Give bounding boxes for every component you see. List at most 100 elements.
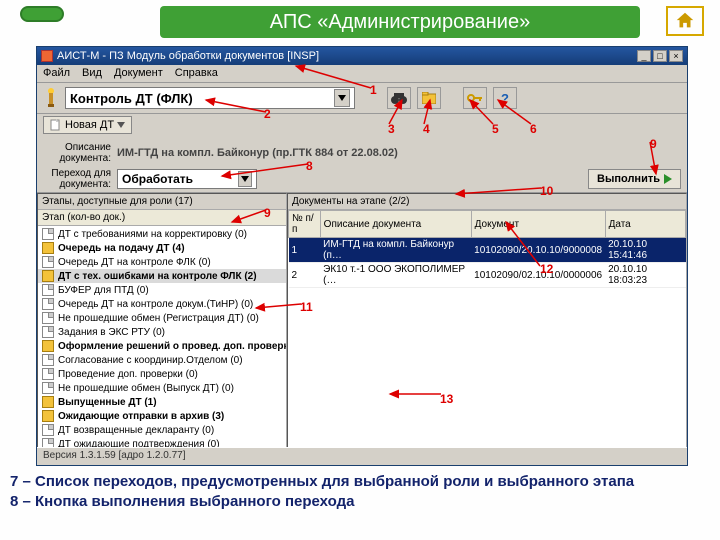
home-icon[interactable] — [666, 6, 704, 36]
menu-help[interactable]: Справка — [175, 67, 218, 80]
tree-item[interactable]: Очередь на подачу ДТ (4) — [38, 241, 286, 255]
table-row[interactable]: 1ИМ-ГТД на компл. Байконур (п…10102090/2… — [289, 238, 686, 263]
execute-label: Выполнить — [597, 173, 660, 185]
tree-item[interactable]: Не прошедшие обмен (Регистрация ДТ) (0) — [38, 311, 286, 325]
statusbar: Версия 1.3.1.59 [адро 1.2.0.77] — [37, 447, 687, 465]
page-icon — [42, 298, 54, 310]
tree-item[interactable]: Выпущенные ДТ (1) — [38, 395, 286, 409]
stages-colhead: Этап (кол-во док.) — [38, 210, 286, 226]
tree-item-label: БУФЕР для ПТД (0) — [58, 285, 149, 296]
page-icon — [42, 228, 54, 240]
page-icon — [42, 354, 54, 366]
stages-header: Этапы, доступные для роли (17) — [38, 194, 286, 210]
tree-item[interactable]: Проведение доп. проверки (0) — [38, 367, 286, 381]
tree-item[interactable]: ДТ с требованиями на корректировку (0) — [38, 227, 286, 241]
table-cell: 2 — [289, 263, 321, 288]
table-header[interactable]: Дата — [605, 211, 685, 238]
table-header[interactable]: Описание документа — [320, 211, 471, 238]
tree-item[interactable]: Согласование с координир.Отделом (0) — [38, 353, 286, 367]
page-icon — [42, 312, 54, 324]
tree-item[interactable]: Ожидающие отправки в архив (3) — [38, 409, 286, 423]
caption: 7 – Список переходов, предусмотренных дл… — [10, 472, 710, 513]
page-icon — [42, 424, 54, 436]
menu-view[interactable]: Вид — [82, 67, 102, 80]
arrow-right-icon — [664, 174, 672, 184]
tree-item[interactable]: Очередь ДТ на контроле докум.(ТиНР) (0) — [38, 297, 286, 311]
new-dt-button[interactable]: Новая ДТ — [43, 116, 132, 134]
desc-value: ИМ-ГТД на компл. Байконур (пр.ГТК 884 от… — [117, 147, 398, 159]
caption-line-1: 7 – Список переходов, предусмотренных дл… — [10, 472, 710, 492]
transition-combo[interactable]: Обработать — [117, 169, 257, 189]
version-text: Версия 1.3.1.59 [адро 1.2.0.77] — [43, 450, 186, 461]
folder-icon — [42, 396, 54, 408]
tree-item[interactable]: ДТ возвращенные декларанту (0) — [38, 423, 286, 437]
tree-item-label: Очередь ДТ на контроле докум.(ТиНР) (0) — [58, 299, 253, 310]
folder-icon — [42, 242, 54, 254]
minimize-button[interactable]: _ — [637, 50, 651, 62]
desc-label: Описание документа: — [43, 142, 111, 164]
tree-item-label: Ожидающие отправки в архив (3) — [58, 411, 224, 422]
role-combo-value: Контроль ДТ (ФЛК) — [70, 91, 193, 106]
tree-item-label: Очередь ДТ на контроле ФЛК (0) — [58, 257, 211, 268]
tree-item-label: Не прошедшие обмен (Регистрация ДТ) (0) — [58, 313, 259, 324]
role-combo[interactable]: Контроль ДТ (ФЛК) — [65, 87, 355, 109]
folder-icon — [42, 270, 54, 282]
app-icon — [41, 50, 53, 62]
table-cell: ИМ-ГТД на компл. Байконур (п… — [320, 238, 471, 263]
tree-item[interactable]: БУФЕР для ПТД (0) — [38, 283, 286, 297]
documents-header: Документы на этапе (2/2) — [288, 194, 686, 210]
close-button[interactable]: × — [669, 50, 683, 62]
page-icon — [42, 326, 54, 338]
description-row: Описание документа: ИМ-ГТД на компл. Бай… — [37, 140, 687, 166]
tree-item[interactable]: Не прошедшие обмен (Выпуск ДТ) (0) — [38, 381, 286, 395]
caption-line-2: 8 – Кнопка выполнения выбранного переход… — [10, 492, 710, 512]
tree-item[interactable]: ДТ с тех. ошибками на контроле ФЛК (2) — [38, 269, 286, 283]
page-icon — [42, 256, 54, 268]
tree-item[interactable]: Задания в ЭКС РТУ (0) — [38, 325, 286, 339]
tree-item-label: ДТ с требованиями на корректировку (0) — [58, 229, 247, 240]
tree-item-label: Задания в ЭКС РТУ (0) — [58, 327, 165, 338]
slide-title: АПС «Администрирование» — [160, 6, 640, 38]
page-icon — [42, 382, 54, 394]
table-cell: ЭК10 т.-1 ООО ЭКОПОЛИМЕР (… — [320, 263, 471, 288]
stages-tree[interactable]: ДТ с требованиями на корректировку (0) Оч… — [38, 226, 286, 451]
key-button[interactable] — [463, 87, 487, 109]
binoculars-button[interactable] — [387, 87, 411, 109]
tree-item-label: ДТ с тех. ошибками на контроле ФЛК (2) — [58, 271, 257, 282]
table-cell: 20.10.10 18:03:23 — [605, 263, 685, 288]
stages-pane: Этапы, доступные для роли (17) Этап (кол… — [37, 193, 287, 452]
transition-value: Обработать — [122, 172, 193, 186]
tree-item-label: Очередь на подачу ДТ (4) — [58, 243, 185, 254]
table-row[interactable]: 2ЭК10 т.-1 ООО ЭКОПОЛИМЕР (…10102090/02.… — [289, 263, 686, 288]
dropdown-icon[interactable] — [238, 171, 252, 187]
tree-item-label: Не прошедшие обмен (Выпуск ДТ) (0) — [58, 383, 234, 394]
menu-file[interactable]: Файл — [43, 67, 70, 80]
table-cell: 1 — [289, 238, 321, 263]
table-header[interactable]: Документ — [471, 211, 605, 238]
toolbar: Контроль ДТ (ФЛК) ? — [37, 83, 687, 114]
table-header[interactable]: № п/п — [289, 211, 321, 238]
tree-item[interactable]: Очередь ДТ на контроле ФЛК (0) — [38, 255, 286, 269]
table-cell: 10102090/02.10.10/0000006 — [471, 263, 605, 288]
maximize-button[interactable]: □ — [653, 50, 667, 62]
table-cell: 20.10.10 15:41:46 — [605, 238, 685, 263]
window-title: АИСТ-М - ПЗ Модуль обработки документов … — [57, 50, 319, 62]
documents-table[interactable]: № п/пОписание документаДокументДата 1ИМ-… — [288, 210, 686, 288]
page-icon — [42, 368, 54, 380]
menubar: Файл Вид Документ Справка — [37, 65, 687, 83]
help-button[interactable]: ? — [493, 87, 517, 109]
tree-item-label: Согласование с координир.Отделом (0) — [58, 355, 243, 366]
tree-item-label: Выпущенные ДТ (1) — [58, 397, 157, 408]
folder-icon — [42, 410, 54, 422]
menu-document[interactable]: Документ — [114, 67, 163, 80]
documents-pane: Документы на этапе (2/2) № п/пОписание д… — [287, 193, 687, 452]
dropdown-icon[interactable] — [334, 89, 350, 107]
execute-button[interactable]: Выполнить — [588, 169, 681, 189]
folder-button[interactable] — [417, 87, 441, 109]
torch-icon — [43, 88, 59, 108]
app-window: АИСТ-М - ПЗ Модуль обработки документов … — [36, 46, 688, 466]
transition-label: Переход для документа: — [43, 168, 111, 190]
tree-item-label: ДТ возвращенные декларанту (0) — [58, 425, 214, 436]
tree-item-label: Проведение доп. проверки (0) — [58, 369, 198, 380]
tree-item[interactable]: Оформление решений о провед. доп. провер… — [38, 339, 286, 353]
